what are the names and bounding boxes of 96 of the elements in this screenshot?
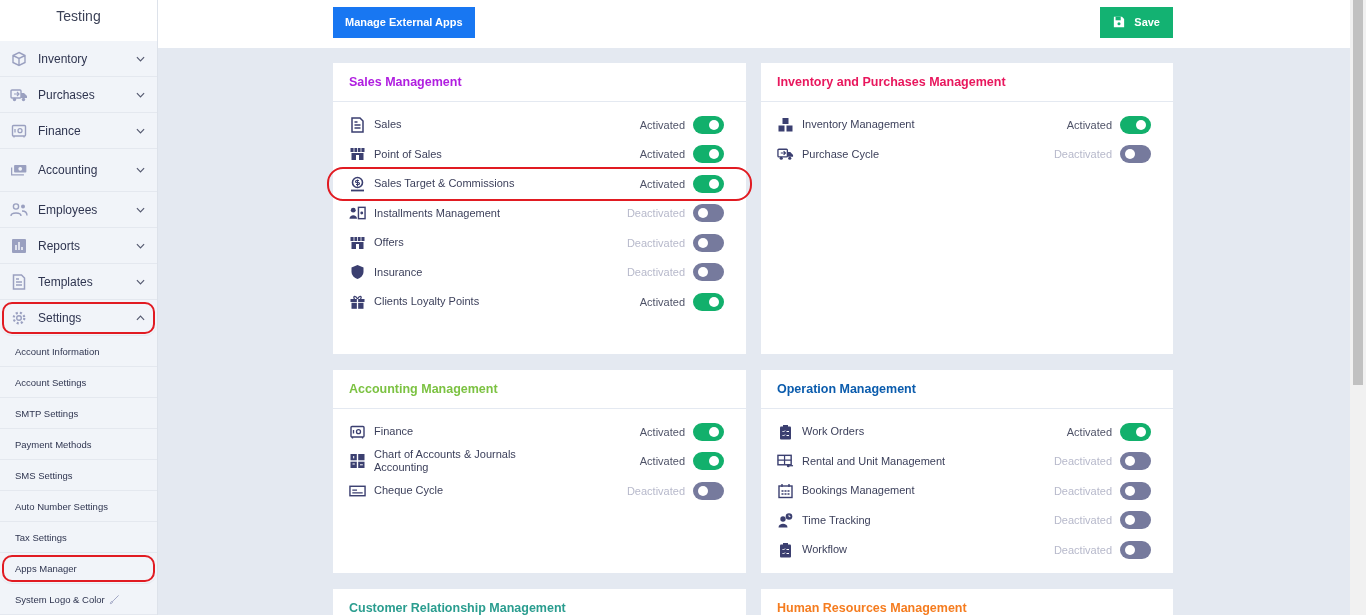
- toggle-switch[interactable]: [693, 204, 724, 223]
- status-label: Deactivated: [1053, 514, 1112, 527]
- status-label: Activated: [639, 455, 685, 468]
- person-clock-icon: [777, 512, 794, 529]
- settings-icon: [10, 309, 28, 326]
- app-name: Inventory Management: [802, 118, 915, 132]
- card-title: Human Resources Management: [777, 600, 967, 615]
- safe-icon: [349, 423, 366, 440]
- chevron-down-icon: [136, 278, 145, 285]
- status-label: Deactivated: [1053, 455, 1112, 468]
- gift-icon: [349, 293, 366, 310]
- calculator-icon: [349, 453, 366, 470]
- app-name: Rental and Unit Management: [802, 454, 946, 468]
- submenu-item[interactable]: Apps Manager: [0, 553, 157, 584]
- status-label: Activated: [639, 148, 685, 161]
- brush-icon: [108, 593, 120, 605]
- card-title: Customer Relationship Management: [349, 600, 566, 615]
- toggle-switch[interactable]: [1120, 540, 1151, 559]
- company-name: Testing: [56, 8, 101, 24]
- toggle-switch[interactable]: [1120, 452, 1151, 471]
- toggle-switch[interactable]: [693, 263, 724, 282]
- card-title: Operation Management: [777, 382, 916, 396]
- app-name: Time Tracking: [802, 513, 871, 527]
- app-name: Work Orders: [802, 425, 865, 439]
- toggle-switch[interactable]: [1120, 511, 1151, 530]
- sidebar-item[interactable]: Settings: [0, 300, 157, 336]
- status-label: Deactivated: [1053, 543, 1112, 556]
- status-label: Deactivated: [626, 236, 685, 249]
- card-title: Accounting Management: [349, 382, 498, 396]
- toggle-switch[interactable]: [693, 233, 724, 252]
- toggle-switch[interactable]: [1120, 145, 1151, 164]
- people-icon: [10, 201, 28, 218]
- status-label: Activated: [639, 295, 685, 308]
- scrollbar[interactable]: [1350, 0, 1366, 615]
- bar-chart-icon: [10, 237, 28, 254]
- clipboard-icon: [777, 423, 794, 440]
- coin-icon: [349, 175, 366, 192]
- manage-external-apps-button[interactable]: Manage External Apps: [333, 6, 475, 38]
- chevron-down-icon: [136, 167, 145, 173]
- toggle-switch[interactable]: [693, 452, 724, 471]
- scrollbar-thumb[interactable]: [1353, 0, 1363, 385]
- chevron-down-icon: [136, 55, 145, 62]
- safe-icon: [10, 122, 28, 139]
- status-label: Activated: [1066, 425, 1112, 438]
- chevron-down-icon: [136, 242, 145, 249]
- storefront-icon: [349, 146, 366, 163]
- app-name: Clients Loyalty Points: [374, 295, 480, 309]
- person-card-icon: [349, 205, 366, 222]
- status-label: Activated: [639, 177, 685, 190]
- app-name: Workflow: [802, 543, 848, 557]
- toggle-switch[interactable]: [693, 481, 724, 500]
- toggle-switch[interactable]: [1120, 115, 1151, 134]
- status-label: Activated: [639, 118, 685, 131]
- document-icon: [10, 273, 28, 290]
- toggle-switch[interactable]: [1120, 422, 1151, 441]
- toggle-switch[interactable]: [693, 145, 724, 164]
- app-name: Offers: [374, 236, 404, 250]
- document-icon: [349, 116, 366, 133]
- app-name: Sales Target & Commissions: [374, 177, 515, 191]
- app-name: Chart of Accounts & Journals Accounting: [374, 448, 517, 475]
- shield-icon: [349, 264, 366, 281]
- app-name: Installments Management: [374, 206, 500, 220]
- toggle-switch[interactable]: [693, 422, 724, 441]
- stacked-boxes-icon: [777, 116, 794, 133]
- chevron-down-icon: [136, 206, 145, 213]
- card-title: Sales Management: [349, 75, 462, 89]
- truck-icon: [10, 86, 28, 103]
- card-title: Inventory and Purchases Management: [777, 75, 1006, 89]
- banknote-icon: [10, 162, 28, 178]
- calendar-icon: [777, 482, 794, 499]
- storefront-icon: [349, 234, 366, 251]
- building-key-icon: [777, 453, 794, 470]
- app-name: Point of Sales: [374, 147, 442, 161]
- toggle-switch[interactable]: [693, 115, 724, 134]
- status-label: Activated: [1066, 118, 1112, 131]
- toggle-switch[interactable]: [1120, 481, 1151, 500]
- cube-icon: [10, 50, 28, 67]
- status-label: Activated: [639, 425, 685, 438]
- chevron-down-icon: [136, 127, 145, 134]
- chevron-up-icon: [136, 314, 145, 321]
- status-label: Deactivated: [1053, 484, 1112, 497]
- app-name: Bookings Management: [802, 484, 915, 498]
- status-label: Deactivated: [626, 266, 685, 279]
- app-name: Purchase Cycle: [802, 147, 880, 161]
- toggle-switch[interactable]: [693, 292, 724, 311]
- status-label: Deactivated: [626, 484, 685, 497]
- app-name: Cheque Cycle: [374, 484, 444, 498]
- truck-icon: [777, 146, 794, 163]
- status-label: Deactivated: [1053, 148, 1112, 161]
- app-name: Sales: [374, 118, 402, 132]
- clipboard-icon: [777, 541, 794, 558]
- app-name: Finance: [374, 425, 414, 439]
- app-name: Insurance: [374, 265, 423, 279]
- toggle-switch[interactable]: [693, 174, 724, 193]
- status-label: Deactivated: [626, 207, 685, 220]
- chevron-down-icon: [136, 91, 145, 98]
